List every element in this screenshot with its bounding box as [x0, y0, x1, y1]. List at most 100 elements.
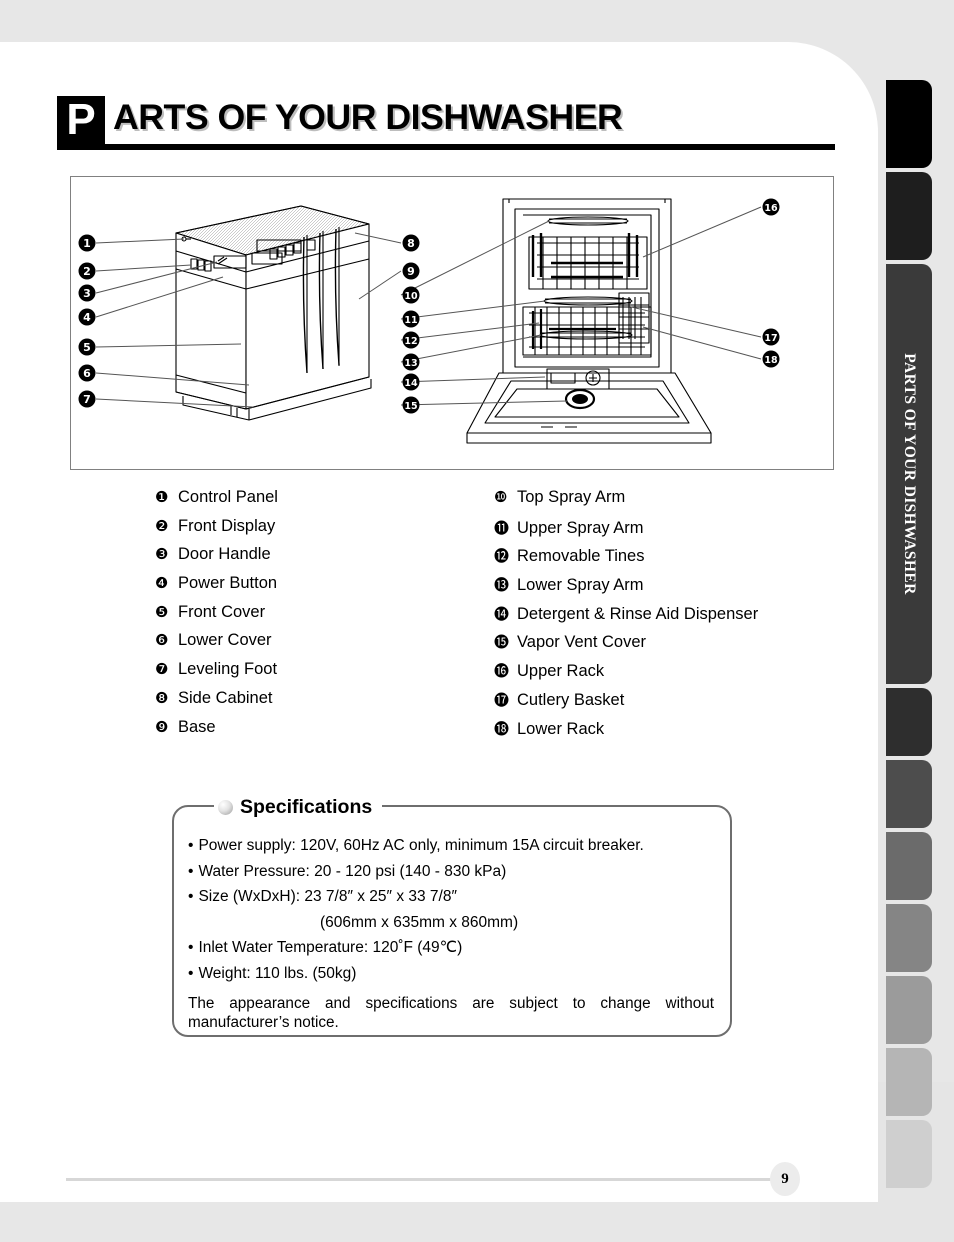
bullet-icon: • [188, 862, 194, 880]
sidebar-tab-2[interactable] [886, 172, 932, 260]
spec-item-continuation: (606mm x 635mm x 860mm) [188, 910, 718, 936]
part-number: ⓲ [494, 719, 510, 738]
part-number: ⓬ [494, 547, 510, 566]
part-number: ❽ [155, 688, 169, 707]
list-item: ⓫ Upper Spray Arm [494, 517, 758, 546]
part-number: ❹ [155, 574, 169, 593]
list-item: ❶ Control Panel [155, 488, 278, 517]
list-item: ❼ Leveling Foot [155, 660, 278, 689]
svg-text:1: 1 [83, 237, 91, 250]
part-label: Lower Spray Arm [517, 576, 644, 595]
list-item: ❿ Top Spray Arm [494, 488, 758, 517]
parts-diagram: 1 2 3 4 5 6 7 8 9 10 11 12 13 14 15 16 1… [78, 198, 780, 444]
svg-text:13: 13 [404, 358, 417, 369]
sidebar-tab-10[interactable] [886, 1120, 932, 1188]
sidebar-tab-9[interactable] [886, 1048, 932, 1116]
spec-item-text: Size (WxDxH): 23 7/8″ x 25″ x 33 7/8″ [198, 888, 457, 905]
list-item: ⓰ Upper Rack [494, 660, 758, 689]
list-item: ⓮ Detergent & Rinse Aid Dispenser [494, 603, 758, 632]
spec-item: • Water Pressure: 20 - 120 psi (140 - 830… [188, 859, 718, 885]
spec-item-text: Weight: 110 lbs. (50kg) [198, 964, 357, 982]
page-title-badge: P [57, 96, 105, 146]
part-label: Lower Rack [517, 719, 605, 738]
svg-text:7: 7 [83, 393, 91, 406]
bullet-icon: • [188, 939, 194, 956]
part-number: ⓰ [494, 662, 510, 681]
list-item: ❾ Base [155, 718, 278, 747]
parts-list-column-left: ❶ Control Panel ❷ Front Display ❸ Door H… [155, 488, 278, 746]
part-number: ⓯ [494, 633, 510, 652]
part-label: Control Panel [178, 488, 278, 506]
specifications-body: • Power supply: 120V, 60Hz AC only, minim… [188, 833, 718, 1032]
sidebar-tab-label: PARTS OF YOUR DISHWASHER [901, 353, 918, 595]
svg-text:16: 16 [764, 203, 778, 214]
sidebar-tab-6[interactable] [886, 832, 932, 900]
part-label: Front Display [178, 516, 276, 535]
spec-item: • Power supply: 120V, 60Hz AC only, minim… [188, 833, 718, 859]
list-item: ⓲ Lower Rack [494, 718, 758, 747]
part-label: Side Cabinet [178, 688, 273, 707]
specifications-title-group: Specifications [214, 792, 383, 822]
spec-item: • Inlet Water Temperature: 120˚F (49℃) [188, 935, 718, 961]
specifications-note: The appearance and specifications are su… [188, 995, 714, 1031]
part-number: ❷ [155, 516, 169, 535]
page-title-text: ARTS OF YOUR DISHWASHER [113, 98, 623, 137]
part-label: Vapor Vent Cover [517, 633, 647, 652]
svg-text:14: 14 [404, 378, 418, 389]
sidebar-tab-parts-of-your-dishwasher[interactable]: PARTS OF YOUR DISHWASHER [886, 264, 932, 684]
part-label: Power Button [178, 574, 278, 593]
part-number: ⓫ [494, 518, 510, 537]
list-item: ⓱ Cutlery Basket [494, 689, 758, 718]
svg-text:12: 12 [404, 336, 417, 347]
bullet-icon: • [188, 837, 194, 854]
part-label: Leveling Foot [178, 660, 278, 679]
section-tab-strip: PARTS OF YOUR DISHWASHER [886, 80, 932, 1188]
manual-page: PARTS OF YOUR DISHWASHER P ARTS OF YOUR … [0, 0, 954, 1242]
spec-item-text: (606mm x 635mm x 860mm) [320, 913, 519, 931]
part-number: ❺ [155, 602, 169, 621]
svg-text:3: 3 [83, 287, 91, 300]
list-item: ❺ Front Cover [155, 603, 278, 632]
svg-text:17: 17 [764, 333, 777, 344]
page-title: P ARTS OF YOUR DISHWASHER [57, 96, 835, 154]
part-label: Upper Rack [517, 662, 605, 681]
bullet-icon: • [188, 964, 194, 982]
spec-item-text: Water Pressure: 20 - 120 psi (140 - 830 … [198, 862, 507, 880]
sidebar-tab-1[interactable] [886, 80, 932, 168]
sphere-bullet-icon [218, 799, 233, 815]
part-label: Front Cover [178, 602, 266, 621]
sidebar-tab-7[interactable] [886, 904, 932, 972]
sidebar-tab-8[interactable] [886, 976, 932, 1044]
list-item: ⓯ Vapor Vent Cover [494, 631, 758, 660]
part-number: ❼ [155, 660, 169, 679]
part-label: Cutlery Basket [517, 690, 625, 709]
part-label: Lower Cover [178, 631, 272, 650]
part-label: Door Handle [178, 545, 271, 564]
svg-text:4: 4 [83, 311, 91, 324]
specifications-title: Specifications [240, 795, 373, 818]
svg-text:11: 11 [404, 315, 417, 326]
svg-text:2: 2 [83, 265, 91, 278]
page-number: 9 [770, 1162, 800, 1196]
svg-text:8: 8 [407, 237, 415, 250]
part-number: ❻ [155, 631, 169, 650]
parts-list-column-right: ❿ Top Spray Arm ⓫ Upper Spray Arm ⓬ Remo… [494, 488, 758, 746]
part-number: ❾ [155, 717, 169, 736]
svg-text:15: 15 [404, 401, 417, 412]
part-label: Upper Spray Arm [517, 518, 644, 537]
list-item: ❸ Door Handle [155, 545, 278, 574]
spec-item-text: Power supply: 120V, 60Hz AC only, minimu… [198, 837, 644, 854]
part-label: Top Spray Arm [517, 488, 626, 506]
svg-text:5: 5 [83, 341, 91, 354]
part-number: ⓭ [494, 576, 510, 595]
part-label: Base [178, 717, 216, 736]
spec-item: • Weight: 110 lbs. (50kg) [188, 961, 718, 987]
part-number: ⓮ [494, 604, 510, 623]
spec-item-text: Inlet Water Temperature: 120˚F (49℃) [198, 939, 463, 956]
part-label: Detergent & Rinse Aid Dispenser [517, 604, 759, 623]
svg-text:18: 18 [764, 355, 778, 366]
sidebar-tab-4[interactable] [886, 688, 932, 756]
list-item: ❷ Front Display [155, 517, 278, 546]
sidebar-tab-5[interactable] [886, 760, 932, 828]
part-number: ❿ [494, 488, 508, 506]
